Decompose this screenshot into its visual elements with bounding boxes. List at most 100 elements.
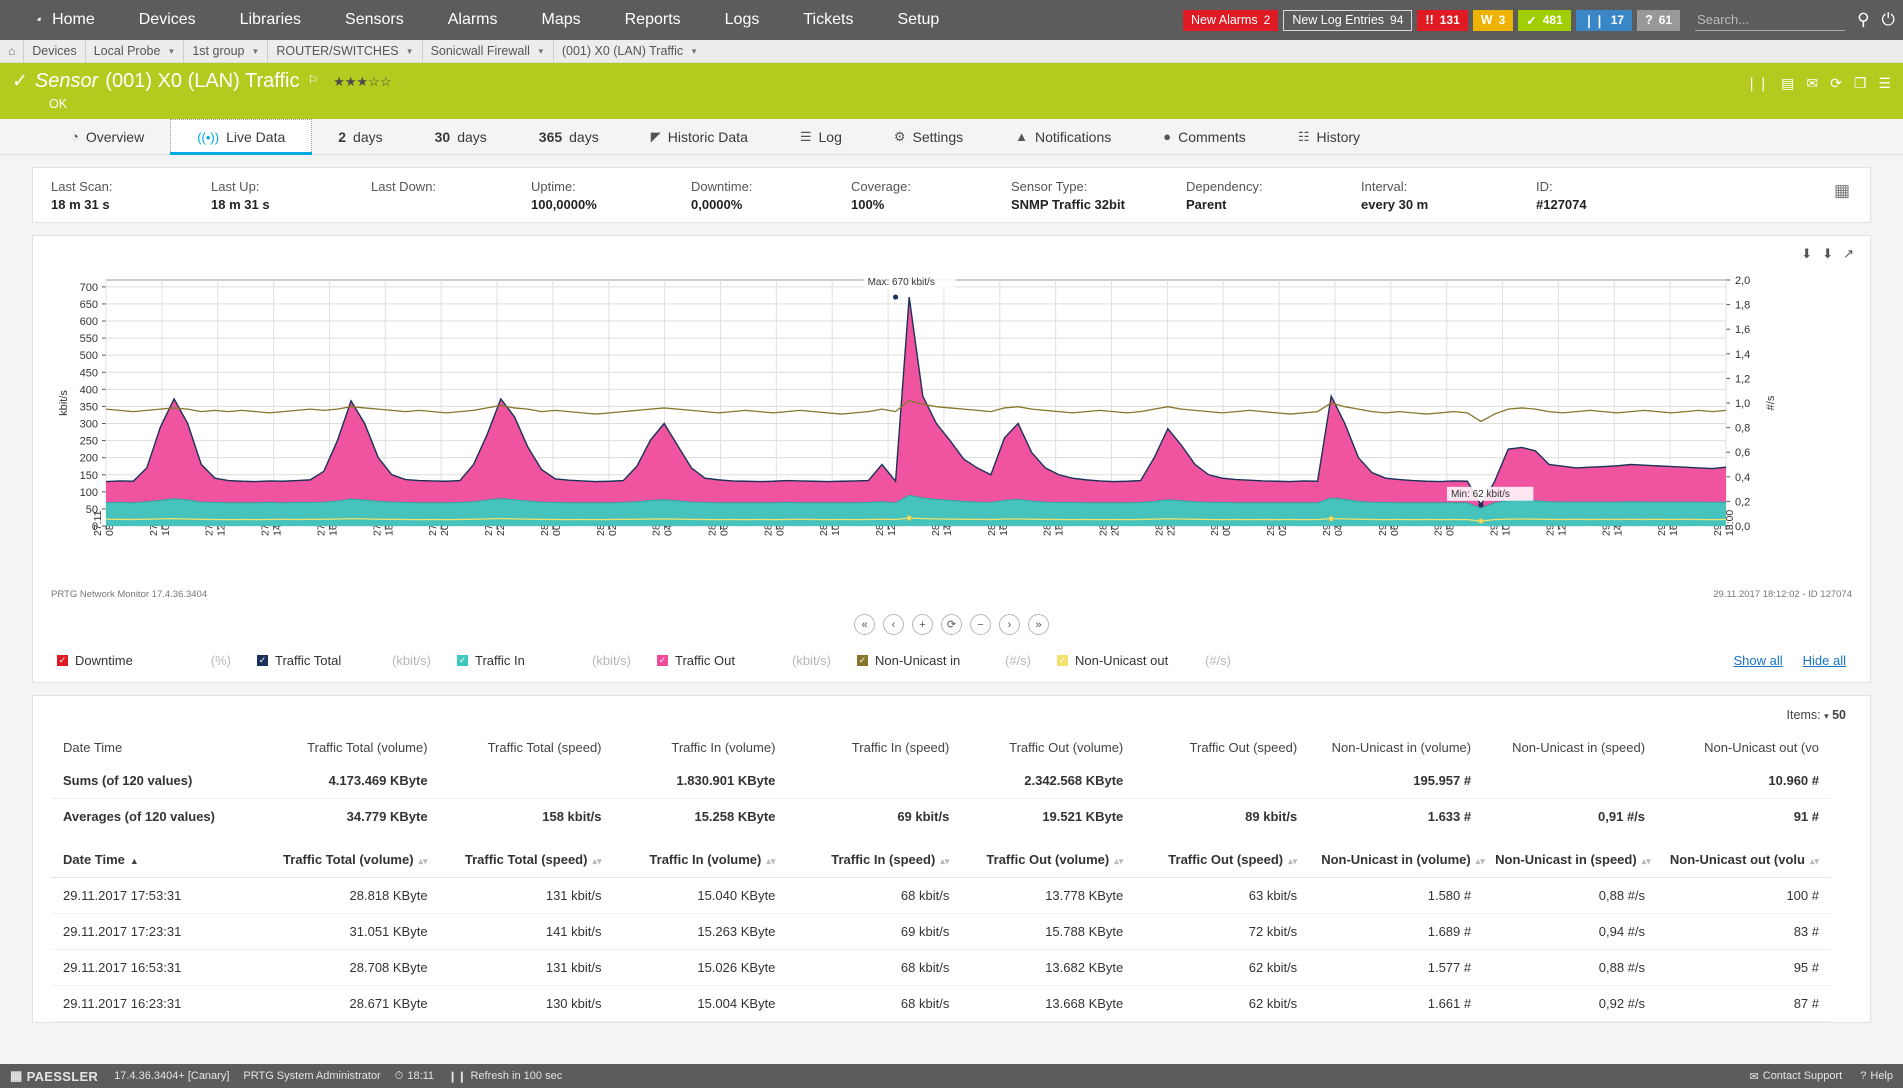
sort-toggle-icon[interactable]: ▴▾ <box>592 856 601 866</box>
data-column-header-traffic-out-volume[interactable]: Traffic Out (volume)▴▾ <box>961 834 1135 878</box>
breadcrumb-item-devices[interactable]: Devices <box>23 40 84 63</box>
data-column-header-non-unicast-out-volu[interactable]: Non-Unicast out (volu▴▾ <box>1657 834 1831 878</box>
badge-down-sensors[interactable]: !!131 <box>1417 10 1467 31</box>
tab-30-days[interactable]: 30 days <box>409 119 513 154</box>
sort-ascending-icon[interactable]: ▲ <box>130 856 139 866</box>
sort-toggle-icon[interactable]: ▴▾ <box>766 856 775 866</box>
tab-comments[interactable]: ●Comments <box>1137 119 1272 154</box>
sort-toggle-icon[interactable]: ▴▾ <box>940 856 949 866</box>
topnav-item-alarms[interactable]: Alarms <box>426 0 520 40</box>
tab-2-days[interactable]: 2 days <box>312 119 408 154</box>
nav-first-button[interactable]: « <box>854 614 875 635</box>
mail-icon[interactable]: ✉ <box>1806 75 1818 92</box>
sort-toggle-icon[interactable]: ▴▾ <box>1810 856 1819 866</box>
table-row[interactable]: 29.11.2017 17:53:3128.818 KByte131 kbit/… <box>51 878 1831 914</box>
legend-checkbox[interactable]: ✓ <box>457 655 468 666</box>
chart-legend: ✓Downtime(%)✓Traffic Total(kbit/s)✓Traff… <box>51 653 1852 672</box>
show-all-link[interactable]: Show all <box>1734 653 1783 668</box>
tab-historic-data[interactable]: ◤Historic Data <box>625 119 774 154</box>
legend-item-traffic-out[interactable]: ✓Traffic Out(kbit/s) <box>657 653 857 668</box>
tab-overview[interactable]: ◔Overview <box>45 119 170 154</box>
data-column-header-traffic-total-speed[interactable]: Traffic Total (speed)▴▾ <box>440 834 614 878</box>
table-row[interactable]: 29.11.2017 16:23:3128.671 KByte130 kbit/… <box>51 986 1831 1022</box>
topnav-item-tickets[interactable]: Tickets <box>781 0 875 40</box>
legend-checkbox[interactable]: ✓ <box>657 655 668 666</box>
badge-new-alarms[interactable]: New Alarms2 <box>1183 10 1278 31</box>
legend-item-non-unicast-out[interactable]: ✓Non-Unicast out(#/s) <box>1057 653 1257 668</box>
legend-checkbox[interactable]: ✓ <box>257 655 268 666</box>
topnav-item-maps[interactable]: Maps <box>520 0 603 40</box>
data-column-header-traffic-out-speed[interactable]: Traffic Out (speed)▴▾ <box>1135 834 1309 878</box>
badge-up-sensors[interactable]: ✓481 <box>1518 10 1571 31</box>
pause-icon[interactable]: ❘❘ <box>1746 75 1769 92</box>
data-column-header-non-unicast-in-speed[interactable]: Non-Unicast in (speed)▴▾ <box>1483 834 1657 878</box>
breadcrumb-item-sonicwall-firewall[interactable]: Sonicwall Firewall▼ <box>422 40 553 63</box>
badge-unknown-sensors[interactable]: ?61 <box>1637 10 1680 31</box>
search-input[interactable] <box>1695 10 1845 31</box>
priority-stars[interactable]: ★★★☆☆ <box>333 74 391 90</box>
data-column-header-non-unicast-in-volume[interactable]: Non-Unicast in (volume)▴▾ <box>1309 834 1483 878</box>
open-popup-icon[interactable]: ↗ <box>1843 246 1854 262</box>
data-column-header-date-time[interactable]: Date Time▲ <box>51 834 266 878</box>
data-column-header-traffic-in-volume[interactable]: Traffic In (volume)▴▾ <box>614 834 788 878</box>
topnav-item-libraries[interactable]: Libraries <box>218 0 323 40</box>
legend-checkbox[interactable]: ✓ <box>1057 655 1068 666</box>
breadcrumb-item-001-x0-lan-traffic[interactable]: (001) X0 (LAN) Traffic▼ <box>553 40 706 63</box>
nav-reset-button[interactable]: ⟳ <box>941 614 962 635</box>
badge-paused-sensors[interactable]: ❘❘17 <box>1576 10 1632 31</box>
breadcrumb-item-local-probe[interactable]: Local Probe▼ <box>85 40 184 63</box>
nav-prev-button[interactable]: ‹ <box>883 614 904 635</box>
help-link[interactable]: ? Help <box>1860 1070 1893 1083</box>
data-column-header-traffic-total-volume[interactable]: Traffic Total (volume)▴▾ <box>266 834 440 878</box>
table-row[interactable]: 29.11.2017 16:53:3128.708 KByte131 kbit/… <box>51 950 1831 986</box>
hide-all-link[interactable]: Hide all <box>1803 653 1846 668</box>
table-row[interactable]: 29.11.2017 17:23:3131.051 KByte141 kbit/… <box>51 914 1831 950</box>
sort-toggle-icon[interactable]: ▴▾ <box>419 856 428 866</box>
sort-toggle-icon[interactable]: ▴▾ <box>1288 856 1297 866</box>
sort-toggle-icon[interactable]: ▴▾ <box>1476 856 1485 866</box>
items-per-page-selector[interactable]: Items: ▾ 50 <box>51 704 1852 730</box>
report-icon[interactable]: ▤ <box>1781 75 1794 92</box>
legend-checkbox[interactable]: ✓ <box>57 655 68 666</box>
legend-item-non-unicast-in[interactable]: ✓Non-Unicast in(#/s) <box>857 653 1057 668</box>
legend-checkbox[interactable]: ✓ <box>857 655 868 666</box>
refresh-item[interactable]: ❙❙ Refresh in 100 sec <box>448 1070 562 1083</box>
download-csv-icon[interactable]: ⬇ <box>1801 246 1812 262</box>
sort-toggle-icon[interactable]: ▴▾ <box>1642 856 1651 866</box>
legend-item-traffic-in[interactable]: ✓Traffic In(kbit/s) <box>457 653 657 668</box>
legend-item-downtime[interactable]: ✓Downtime(%) <box>57 653 257 668</box>
settings-square-icon[interactable]: ❐ <box>1854 75 1867 92</box>
topnav-item-devices[interactable]: Devices <box>117 0 218 40</box>
download-png-icon[interactable]: ⬇ <box>1822 246 1833 262</box>
legend-item-traffic-total[interactable]: ✓Traffic Total(kbit/s) <box>257 653 457 668</box>
topnav-item-home[interactable]: ◔Home <box>14 0 117 40</box>
topnav-item-sensors[interactable]: Sensors <box>323 0 426 40</box>
tab-notifications[interactable]: ▲Notifications <box>989 119 1137 154</box>
search-icon[interactable]: ⚲ <box>1857 10 1869 30</box>
topnav-item-reports[interactable]: Reports <box>603 0 703 40</box>
topnav-item-setup[interactable]: Setup <box>875 0 961 40</box>
nav-next-button[interactable]: › <box>999 614 1020 635</box>
badge-warning-sensors[interactable]: W3 <box>1473 10 1514 31</box>
topnav-item-logs[interactable]: Logs <box>703 0 782 40</box>
delete-icon[interactable]: ☰ <box>1878 75 1891 92</box>
nav-zoom-in-button[interactable]: + <box>912 614 933 635</box>
tab-history[interactable]: ☷History <box>1272 119 1386 154</box>
refresh-icon[interactable]: ⟳ <box>1830 75 1842 92</box>
tab-settings[interactable]: ⚙Settings <box>868 119 989 154</box>
flag-icon[interactable]: ⚐ <box>307 73 318 87</box>
sort-toggle-icon[interactable]: ▴▾ <box>1114 856 1123 866</box>
data-column-header-traffic-in-speed[interactable]: Traffic In (speed)▴▾ <box>787 834 961 878</box>
tab-365-days[interactable]: 365 days <box>513 119 625 154</box>
logout-power-icon[interactable]: ⏻ <box>1882 10 1895 30</box>
breadcrumb-item-router-switches[interactable]: ROUTER/SWITCHES▼ <box>267 40 421 63</box>
breadcrumb-home-icon[interactable]: ⌂ <box>0 44 23 58</box>
nav-zoom-out-button[interactable]: − <box>970 614 991 635</box>
contact-support-link[interactable]: ✉ Contact Support <box>1750 1070 1843 1083</box>
tab-live-data[interactable]: ((•))Live Data <box>170 119 312 154</box>
tab-log[interactable]: ☰Log <box>774 119 868 154</box>
breadcrumb-item-1st-group[interactable]: 1st group▼ <box>183 40 267 63</box>
qr-code-icon[interactable]: ▦ <box>1834 182 1852 200</box>
nav-last-button[interactable]: » <box>1028 614 1049 635</box>
badge-new-log-entries[interactable]: New Log Entries94 <box>1283 10 1412 31</box>
